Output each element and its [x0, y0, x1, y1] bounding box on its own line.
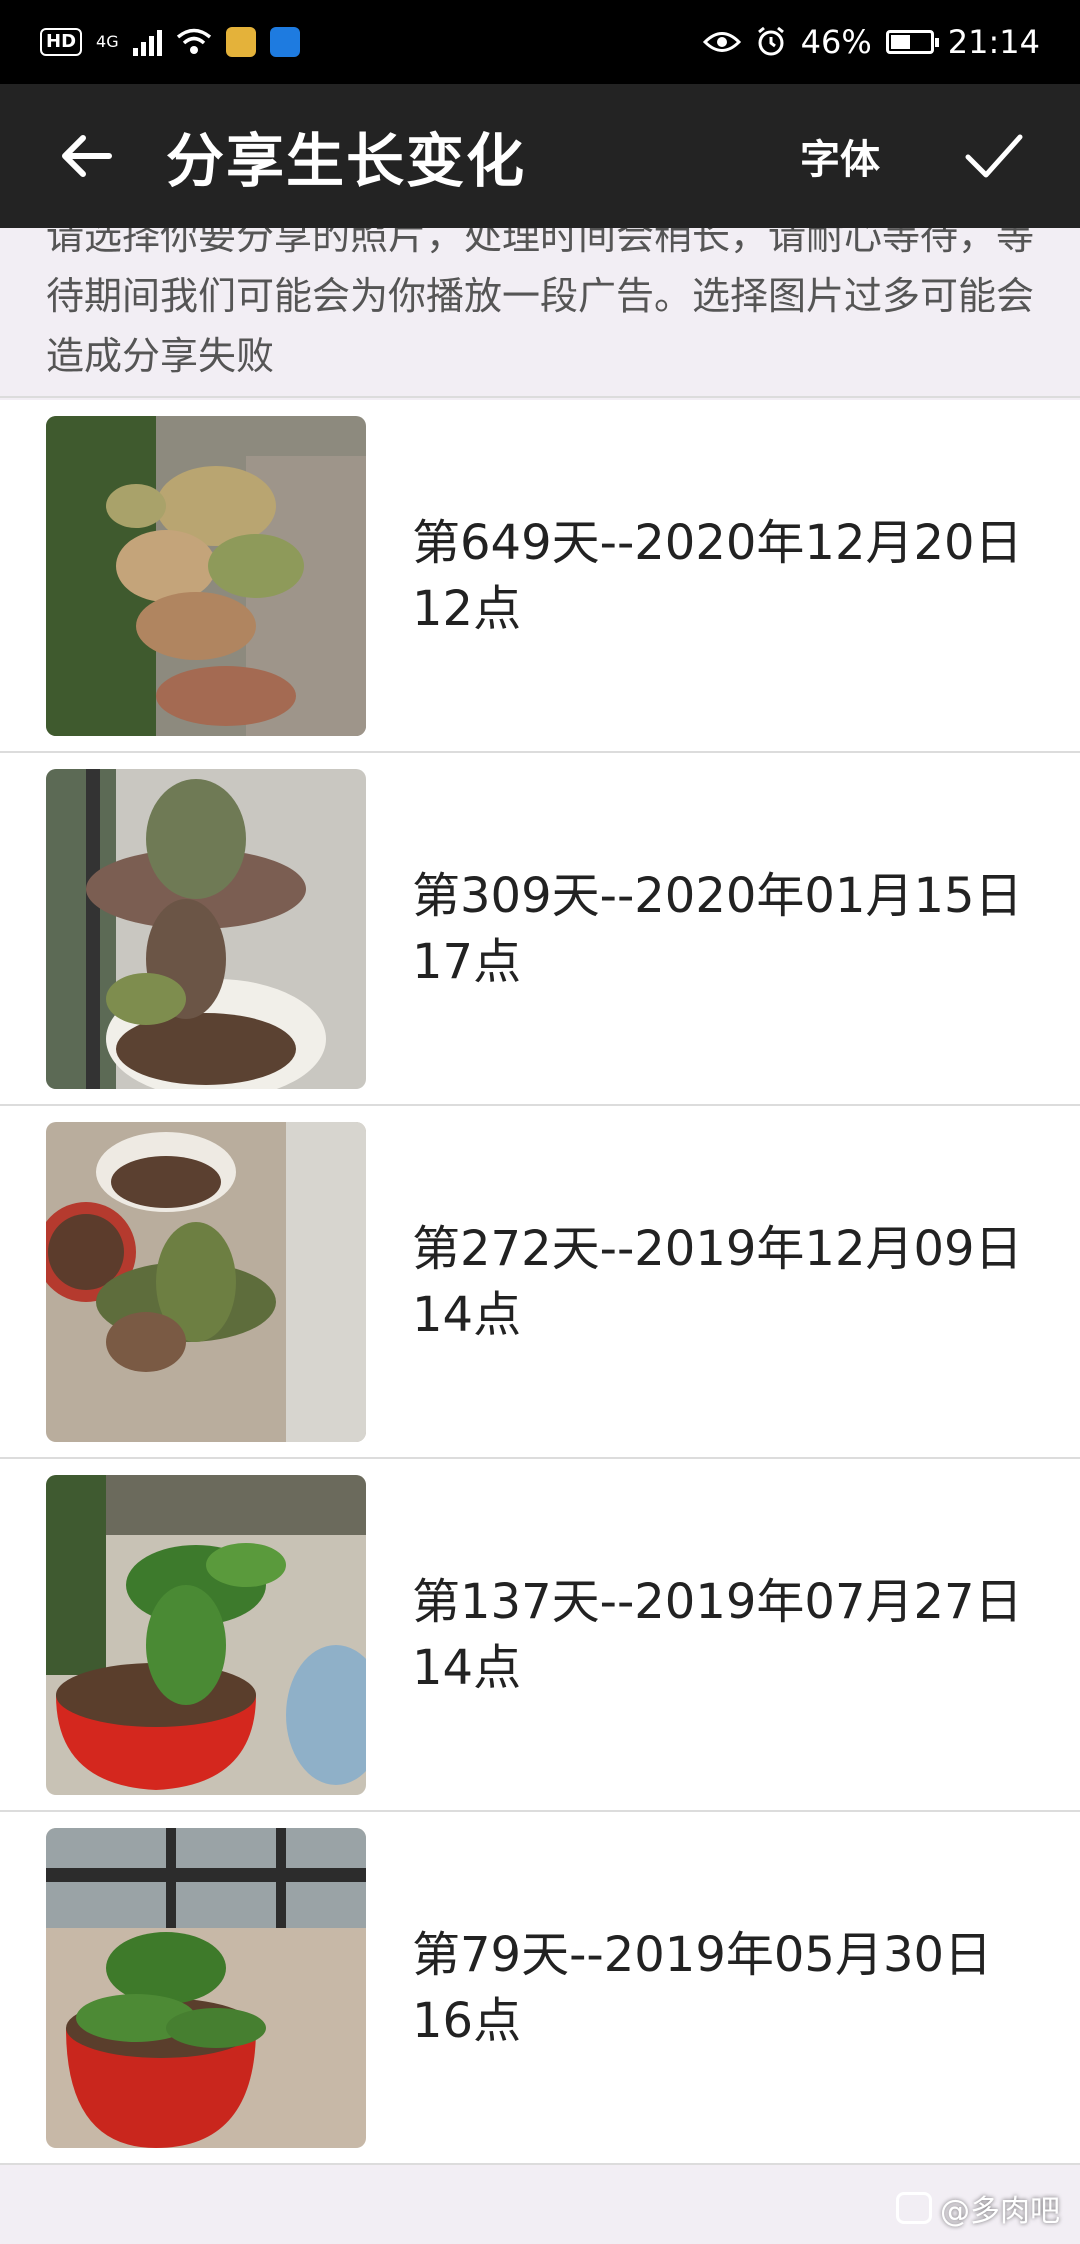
check-icon [965, 134, 1023, 178]
network-type: 4G [96, 32, 119, 51]
plant-photo-thumbnail [46, 1121, 366, 1442]
entry-date: 第272天--2019年12月09日 [412, 1220, 1023, 1277]
status-right: 46% 21:14 [702, 23, 1040, 61]
entry-hour: 17点 [412, 933, 522, 990]
status-left: HD 4G [40, 27, 300, 57]
watermark: @多肉吧 [896, 2186, 1060, 2230]
notice-text: 请选择你要分享的照片，处理时间会稍长，请耐心等待，等待期间我们可能会为你播放一段… [46, 228, 1035, 378]
wifi-icon [176, 28, 211, 54]
entry-hour: 14点 [412, 1286, 522, 1343]
arrow-left-icon [62, 135, 112, 177]
photo-list: 第649天--2020年12月20日 12点 第309天--2020年01月15… [0, 400, 1080, 2165]
list-item[interactable]: 第649天--2020年12月20日 12点 [0, 400, 1080, 753]
watermark-text: @多肉吧 [940, 2194, 1060, 2229]
entry-caption: 第309天--2020年01月15日 17点 [412, 863, 1023, 995]
chat-icon [896, 2192, 932, 2224]
app-bar: 分享生长变化 字体 [0, 84, 1080, 228]
entry-date: 第309天--2020年01月15日 [412, 867, 1023, 924]
list-item[interactable]: 第79天--2019年05月30日 16点 [0, 1812, 1080, 2165]
entry-caption: 第649天--2020年12月20日 12点 [412, 510, 1023, 642]
alarm-icon [757, 26, 784, 56]
font-button[interactable]: 字体 [800, 127, 880, 185]
battery-percent: 46% [800, 23, 872, 61]
list-item[interactable]: 第272天--2019年12月09日 14点 [0, 1106, 1080, 1459]
list-item[interactable]: 第137天--2019年07月27日 14点 [0, 1459, 1080, 1812]
plant-photo-thumbnail [46, 1827, 366, 2148]
notice-banner: 请选择你要分享的照片，处理时间会稍长，请耐心等待，等待期间我们可能会为你播放一段… [0, 228, 1080, 398]
entry-date: 第649天--2020年12月20日 [412, 514, 1023, 571]
entry-caption: 第79天--2019年05月30日 16点 [412, 1922, 992, 2054]
clock: 21:14 [947, 23, 1040, 61]
signal-icon [132, 28, 162, 56]
entry-date: 第137天--2019年07月27日 [412, 1573, 1023, 1630]
status-bar: HD 4G 46% 21:14 [0, 0, 1080, 84]
plant-photo-thumbnail [46, 415, 366, 736]
entry-hour: 12点 [412, 580, 522, 637]
eye-icon [702, 32, 741, 52]
entry-caption: 第272天--2019年12月09日 14点 [412, 1216, 1023, 1348]
hd-icon: HD [40, 28, 83, 56]
entry-hour: 16点 [412, 1992, 522, 2049]
plant-photo-thumbnail [46, 1474, 366, 1795]
footer-area: @多肉吧 [0, 2168, 1080, 2244]
back-button[interactable] [40, 111, 130, 201]
shield-icon [269, 27, 300, 57]
confirm-button[interactable] [954, 116, 1034, 196]
entry-date: 第79天--2019年05月30日 [412, 1926, 993, 1983]
battery-icon [885, 30, 939, 54]
plant-photo-thumbnail [46, 768, 366, 1089]
notification-app-icon [225, 27, 256, 57]
entry-caption: 第137天--2019年07月27日 14点 [412, 1569, 1023, 1701]
page-title: 分享生长变化 [166, 127, 527, 195]
list-item[interactable]: 第309天--2020年01月15日 17点 [0, 753, 1080, 1106]
entry-hour: 14点 [412, 1639, 522, 1696]
